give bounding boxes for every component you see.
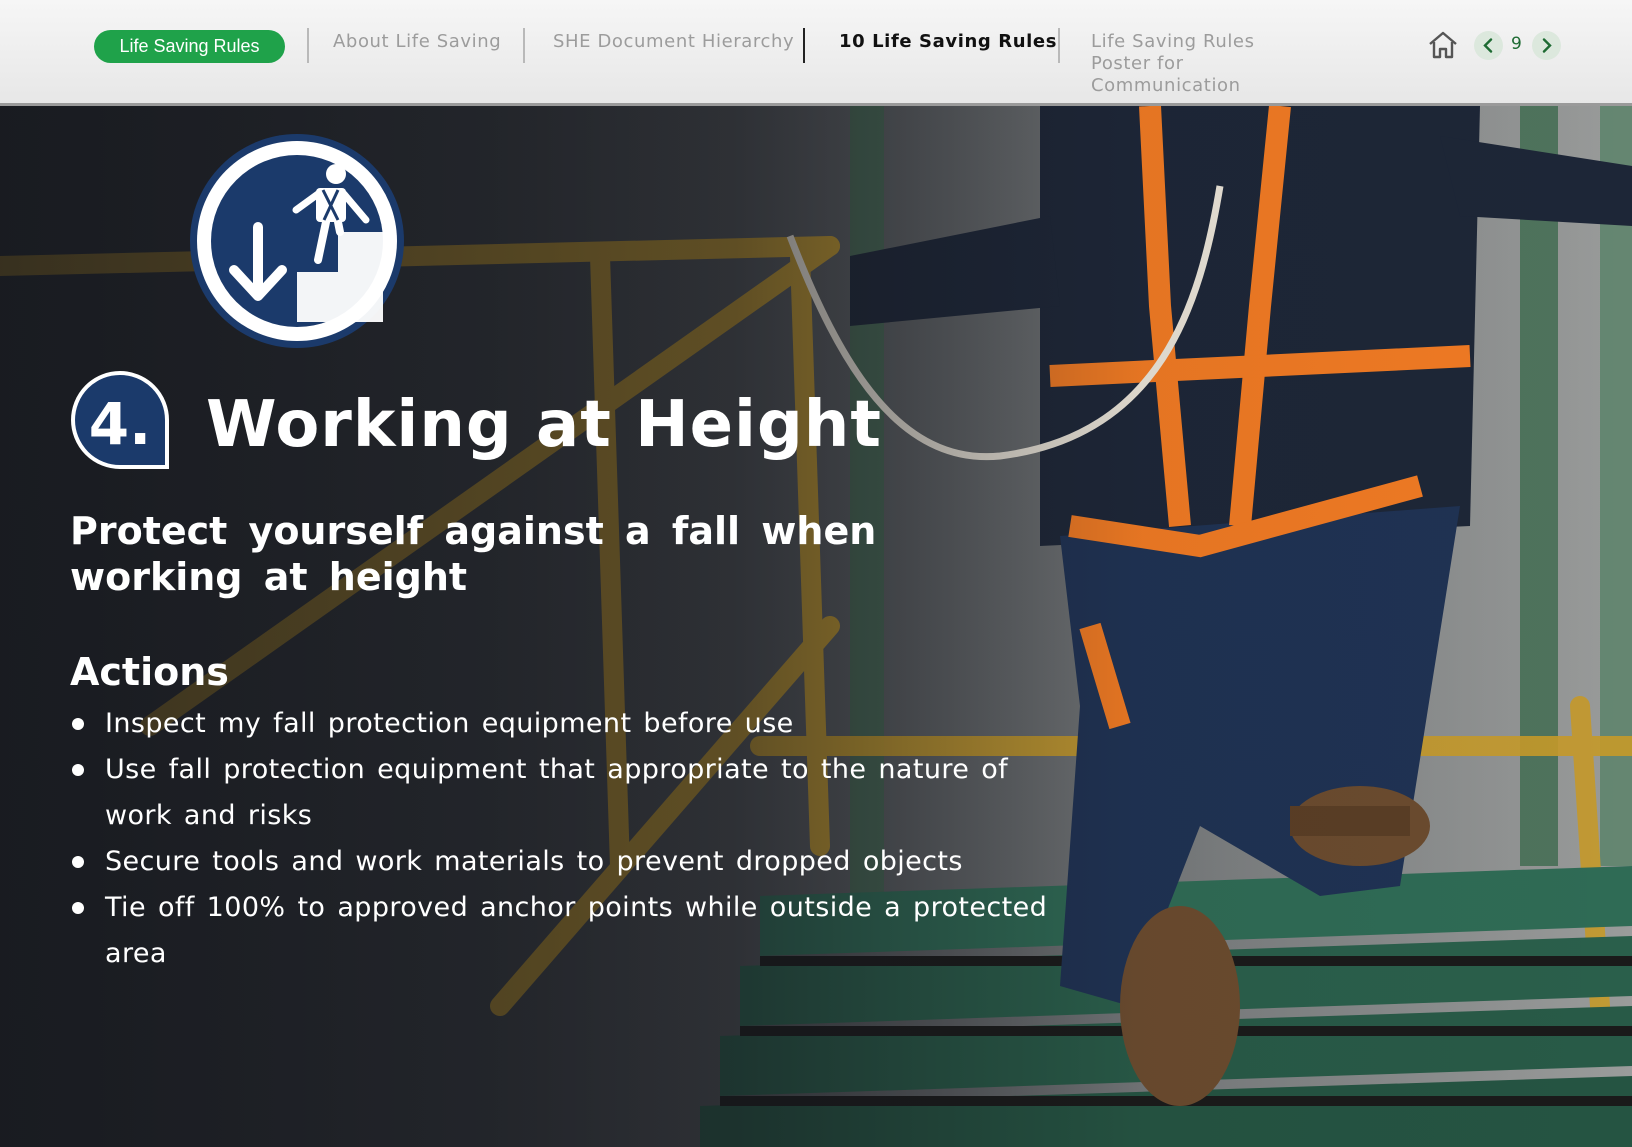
home-icon[interactable] (1427, 29, 1459, 61)
action-text: Secure tools and work materials to preve… (105, 846, 963, 877)
rule-number: 4. (88, 390, 152, 458)
rule-title: Working at Height (206, 388, 882, 462)
bullet-icon (72, 902, 84, 914)
bullet-icon (72, 718, 84, 730)
list-item: Inspect my fall protection equipment bef… (70, 701, 1080, 747)
list-item: Secure tools and work materials to preve… (70, 839, 1080, 885)
nav-link-poster-for-communication[interactable]: Life Saving Rules Poster for Communicati… (1091, 31, 1316, 97)
nav-link-she-document-hierarchy[interactable]: SHE Document Hierarchy (553, 31, 794, 53)
nav-separator (523, 28, 525, 63)
action-text: Use fall protection equipment that appro… (105, 754, 1009, 831)
bullet-icon (72, 764, 84, 776)
fall-protection-sign-icon (188, 132, 406, 350)
nav-separator (307, 28, 309, 63)
top-navigation-bar: Life Saving Rules About Life Saving SHE … (0, 0, 1632, 106)
rule-number-badge: 4. (70, 370, 170, 470)
action-text: Tie off 100% to approved anchor points w… (105, 892, 1048, 969)
previous-page-button[interactable] (1474, 31, 1503, 60)
list-item: Use fall protection equipment that appro… (70, 747, 1080, 839)
bullet-icon (72, 856, 84, 868)
chevron-left-icon (1483, 38, 1493, 53)
next-page-button[interactable] (1532, 31, 1561, 60)
life-saving-rules-tab[interactable]: Life Saving Rules (94, 30, 285, 63)
nav-link-about-life-saving[interactable]: About Life Saving (333, 31, 501, 53)
actions-heading: Actions (70, 650, 229, 694)
chevron-right-icon (1542, 38, 1552, 53)
nav-separator (803, 28, 805, 63)
rule-subtitle: Protect yourself against a fall when wor… (70, 509, 877, 599)
actions-list: Inspect my fall protection equipment bef… (70, 701, 1080, 977)
list-item: Tie off 100% to approved anchor points w… (70, 885, 1080, 977)
nav-link-10-life-saving-rules[interactable]: 10 Life Saving Rules (839, 31, 1057, 53)
action-text: Inspect my fall protection equipment bef… (105, 708, 794, 739)
nav-separator (1058, 28, 1060, 63)
page-number: 9 (1511, 34, 1522, 54)
